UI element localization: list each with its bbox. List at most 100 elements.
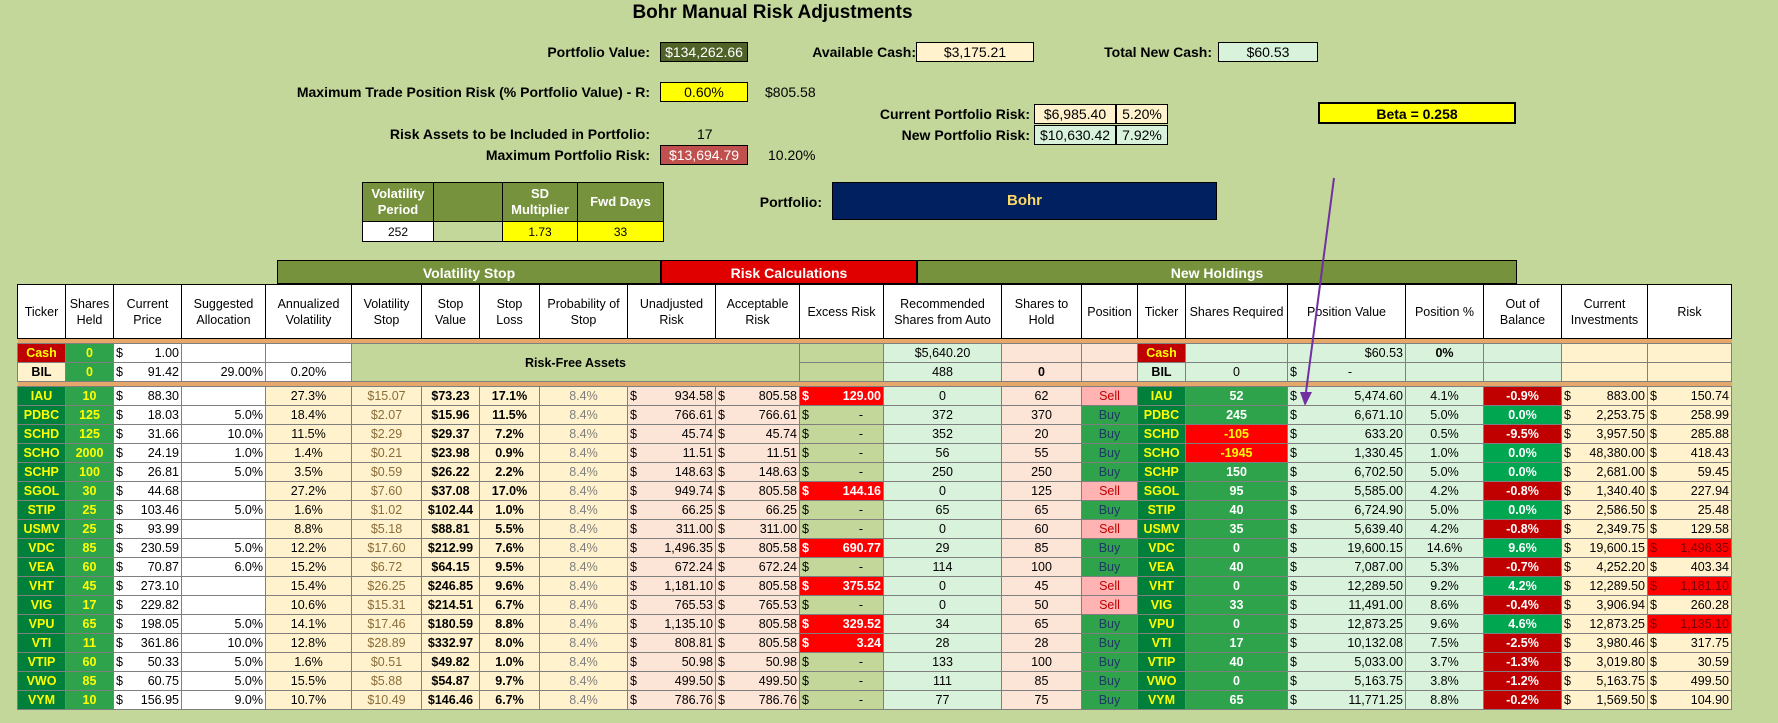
cell-current-price[interactable]: $93.99 — [113, 519, 182, 539]
bil-ticker[interactable]: BIL — [17, 362, 66, 382]
cell-current-price[interactable]: $198.05 — [113, 614, 182, 634]
cell-ticker[interactable]: STIP — [17, 500, 66, 520]
current-risk[interactable]: $6,985.40 — [1034, 104, 1116, 124]
portfolio-value[interactable]: $134,262.66 — [660, 42, 748, 62]
cell-current-price[interactable]: $273.10 — [113, 576, 182, 596]
cell-suggested-allocation[interactable]: 5.0% — [181, 405, 266, 425]
cell-suggested-allocation[interactable]: 5.0% — [181, 652, 266, 672]
cell-current-price[interactable]: $18.03 — [113, 405, 182, 425]
bil-alloc[interactable]: 29.00% — [181, 362, 266, 382]
total-new-cash[interactable]: $60.53 — [1218, 42, 1318, 62]
cell-ticker[interactable]: VHT — [17, 576, 66, 596]
cell-shares-to-hold[interactable]: 65 — [1001, 500, 1082, 520]
cell-shares-held[interactable]: 25 — [65, 519, 114, 539]
cell-current-price[interactable]: $103.46 — [113, 500, 182, 520]
cell-ticker[interactable]: VWO — [17, 671, 66, 691]
bil-price[interactable]: $91.42 — [113, 362, 182, 382]
cell-shares-to-hold[interactable]: 75 — [1001, 690, 1082, 710]
cell-shares-held[interactable]: 125 — [65, 424, 114, 444]
cell-suggested-allocation[interactable]: 10.0% — [181, 633, 266, 653]
cell-suggested-allocation[interactable] — [181, 481, 266, 501]
cell-shares-to-hold[interactable]: 100 — [1001, 557, 1082, 577]
cell-suggested-allocation[interactable] — [181, 519, 266, 539]
cell-ticker[interactable]: VYM — [17, 690, 66, 710]
cell-ticker[interactable]: IAU — [17, 386, 66, 406]
cell-current-price[interactable]: $60.75 — [113, 671, 182, 691]
cell-shares-to-hold[interactable]: 62 — [1001, 386, 1082, 406]
cell-suggested-allocation[interactable]: 1.0% — [181, 443, 266, 463]
bil-shares-to-hold[interactable]: 0 — [1001, 362, 1082, 382]
cell-ticker[interactable]: VEA — [17, 557, 66, 577]
cell-ticker[interactable]: VPU — [17, 614, 66, 634]
cell-current-price[interactable]: $156.95 — [113, 690, 182, 710]
cell-shares-to-hold[interactable]: 250 — [1001, 462, 1082, 482]
cell-shares-to-hold[interactable]: 60 — [1001, 519, 1082, 539]
cash-price[interactable]: $1.00 — [113, 343, 182, 363]
cell-ticker[interactable]: USMV — [17, 519, 66, 539]
cash-alloc[interactable] — [181, 343, 266, 363]
cell-shares-held[interactable]: 60 — [65, 557, 114, 577]
cell-ticker[interactable]: VIG — [17, 595, 66, 615]
cell-shares-to-hold[interactable]: 45 — [1001, 576, 1082, 596]
cell-suggested-allocation[interactable] — [181, 386, 266, 406]
cell-suggested-allocation[interactable]: 5.0% — [181, 462, 266, 482]
cell-shares-held[interactable]: 11 — [65, 633, 114, 653]
cell-shares-held[interactable]: 45 — [65, 576, 114, 596]
cell-shares-held[interactable]: 65 — [65, 614, 114, 634]
cell-suggested-allocation[interactable]: 6.0% — [181, 557, 266, 577]
cell-current-price[interactable]: $70.87 — [113, 557, 182, 577]
cell-ticker[interactable]: VDC — [17, 538, 66, 558]
cell-current-price[interactable]: $31.66 — [113, 424, 182, 444]
cell-shares-held[interactable]: 85 — [65, 671, 114, 691]
cell-current-price[interactable]: $44.68 — [113, 481, 182, 501]
cell-ticker[interactable]: VTIP — [17, 652, 66, 672]
cell-suggested-allocation[interactable]: 10.0% — [181, 424, 266, 444]
cell-shares-held[interactable]: 10 — [65, 386, 114, 406]
param-volatility-period[interactable]: 252 — [362, 221, 434, 242]
cell-shares-held[interactable]: 85 — [65, 538, 114, 558]
cell-shares-held[interactable]: 100 — [65, 462, 114, 482]
cell-suggested-allocation[interactable]: 9.0% — [181, 690, 266, 710]
param-sd-multiplier[interactable]: 1.73 — [502, 221, 578, 242]
cell-suggested-allocation[interactable] — [181, 595, 266, 615]
param-fwd-days[interactable]: 33 — [577, 221, 664, 242]
new-risk[interactable]: $10,630.42 — [1034, 125, 1116, 145]
portfolio-name[interactable]: Bohr — [832, 182, 1217, 220]
cash-ticker[interactable]: Cash — [17, 343, 66, 363]
max-portfolio-risk[interactable]: $13,694.79 — [660, 145, 748, 165]
cell-shares-to-hold[interactable]: 100 — [1001, 652, 1082, 672]
beta-box[interactable]: Beta = 0.258 — [1318, 102, 1516, 124]
cell-current-price[interactable]: $361.86 — [113, 633, 182, 653]
cell-shares-to-hold[interactable]: 85 — [1001, 671, 1082, 691]
cell-shares-held[interactable]: 2000 — [65, 443, 114, 463]
cell-ticker[interactable]: SCHD — [17, 424, 66, 444]
cell-suggested-allocation[interactable]: 5.0% — [181, 538, 266, 558]
cell-shares-to-hold[interactable]: 125 — [1001, 481, 1082, 501]
cell-shares-to-hold[interactable]: 85 — [1001, 538, 1082, 558]
cell-shares-to-hold[interactable]: 55 — [1001, 443, 1082, 463]
available-cash[interactable]: $3,175.21 — [916, 42, 1034, 62]
cell-ticker[interactable]: SCHP — [17, 462, 66, 482]
cell-shares-to-hold[interactable]: 65 — [1001, 614, 1082, 634]
cell-ticker[interactable]: PDBC — [17, 405, 66, 425]
cell-suggested-allocation[interactable]: 5.0% — [181, 500, 266, 520]
cell-ticker[interactable]: SCHO — [17, 443, 66, 463]
cell-shares-held[interactable]: 60 — [65, 652, 114, 672]
cell-current-price[interactable]: $88.30 — [113, 386, 182, 406]
cell-current-price[interactable]: $229.82 — [113, 595, 182, 615]
cell-ticker[interactable]: SGOL — [17, 481, 66, 501]
max-trade-risk-pct[interactable]: 0.60% — [660, 82, 748, 102]
cell-current-price[interactable]: $24.19 — [113, 443, 182, 463]
cash-shares[interactable]: 0 — [65, 343, 114, 363]
cell-shares-to-hold[interactable]: 28 — [1001, 633, 1082, 653]
cell-suggested-allocation[interactable]: 5.0% — [181, 614, 266, 634]
cell-shares-held[interactable]: 30 — [65, 481, 114, 501]
cell-current-price[interactable]: $230.59 — [113, 538, 182, 558]
cell-shares-held[interactable]: 25 — [65, 500, 114, 520]
bil-shares[interactable]: 0 — [65, 362, 114, 382]
cell-shares-held[interactable]: 10 — [65, 690, 114, 710]
cell-suggested-allocation[interactable]: 5.0% — [181, 671, 266, 691]
cell-suggested-allocation[interactable] — [181, 576, 266, 596]
cell-shares-held[interactable]: 17 — [65, 595, 114, 615]
cell-shares-held[interactable]: 125 — [65, 405, 114, 425]
